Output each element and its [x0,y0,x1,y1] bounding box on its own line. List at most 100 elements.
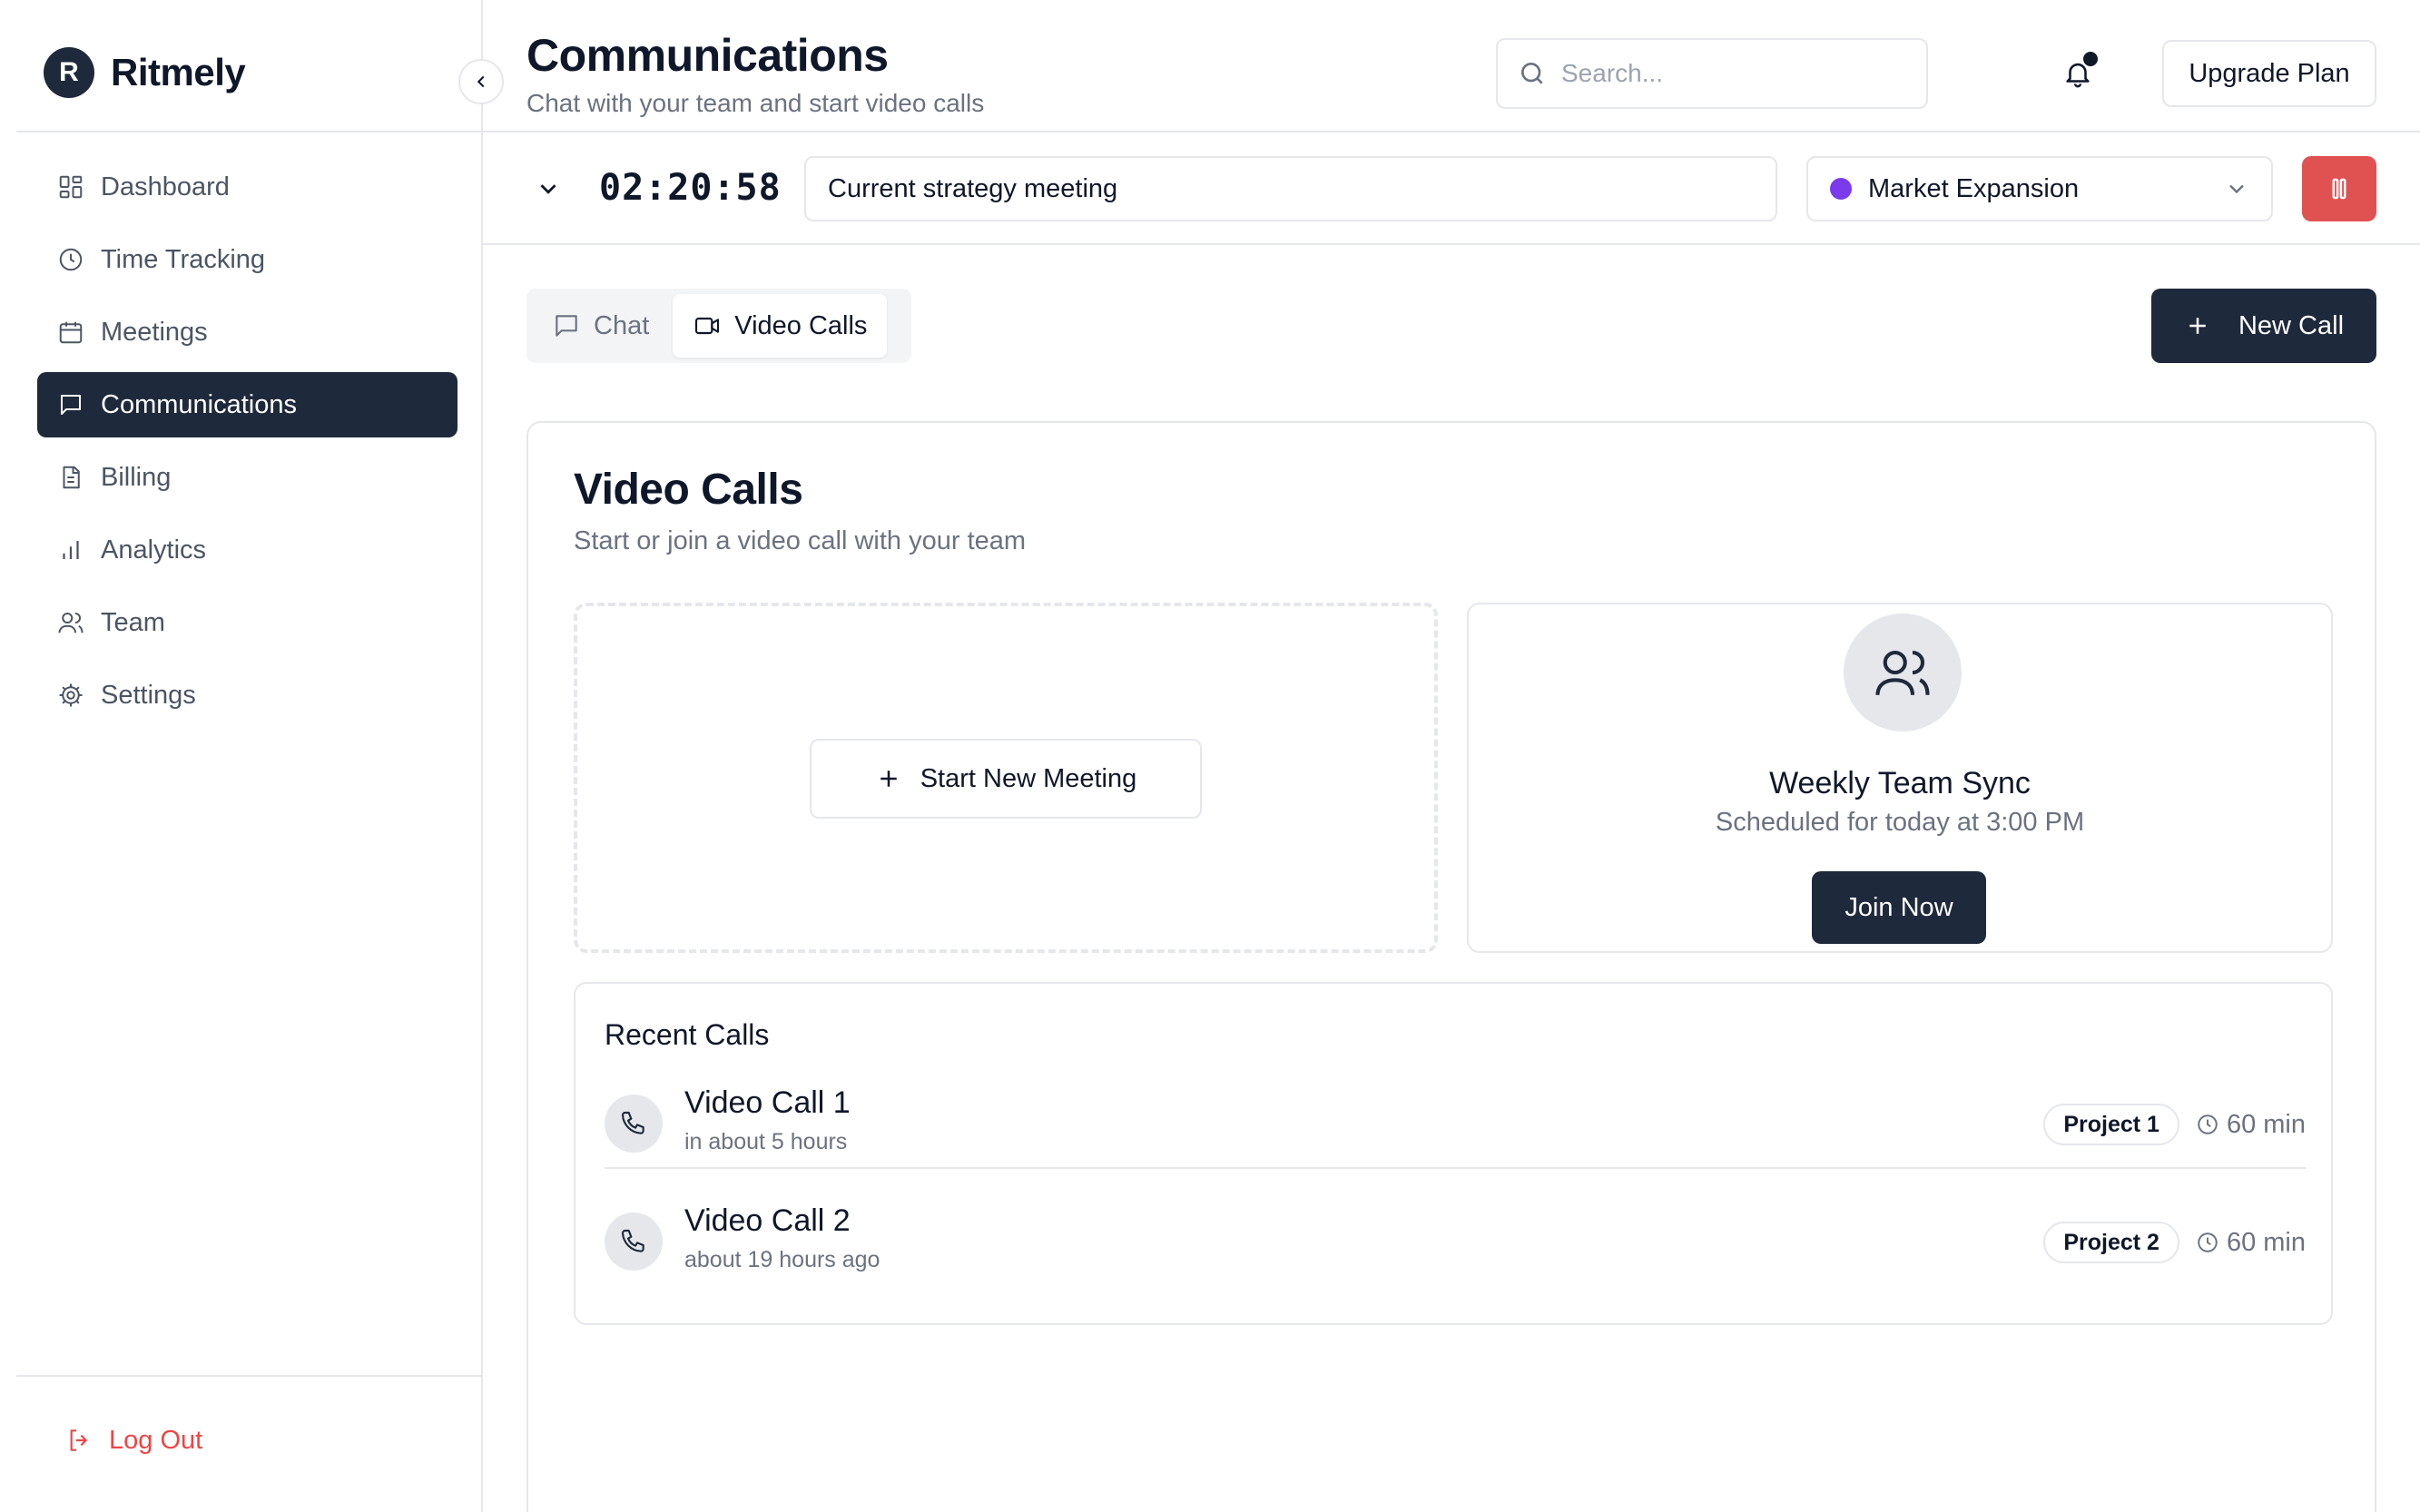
sidebar-item-team[interactable]: Team [37,590,457,655]
timer-description-field[interactable]: Current strategy meeting [804,156,1777,221]
clock-icon [59,248,83,271]
file-text-icon [63,466,80,489]
clock-icon [2198,1114,2218,1134]
scheduled-call-card: Weekly Team Sync Scheduled for today at … [1467,603,2333,953]
sidebar-divider [16,131,481,133]
tab-video-calls[interactable]: Video Calls [673,294,888,358]
call-duration-value: 60 min [2226,1227,2306,1257]
sidebar-item-label: Time Tracking [101,244,266,274]
call-time: about 19 hours ago [684,1247,880,1272]
upgrade-plan-button[interactable]: Upgrade Plan [2162,40,2376,107]
start-new-meeting-label: Start New Meeting [920,763,1137,793]
log-out-icon [70,1429,88,1451]
sidebar-nav: Dashboard Time Tracking Meetings Communi… [37,154,457,735]
phone-icon [621,1229,644,1252]
card-subtitle: Start or join a video call with your tea… [574,526,1027,555]
bar-chart-icon [63,541,79,559]
communications-tabs: Chat Video Calls [526,289,911,363]
users-icon [1875,650,1930,695]
sidebar-item-time-tracking[interactable]: Time Tracking [37,227,457,292]
logout-button[interactable]: Log Out [65,1418,202,1463]
new-call-button[interactable]: New Call [2151,289,2376,363]
video-icon [695,317,720,335]
notifications-button[interactable] [2051,46,2105,101]
start-new-meeting-button[interactable]: Start New Meeting [810,739,1202,819]
logout-label: Log Out [109,1425,203,1455]
call-meta: Project 1 60 min [2043,1104,2306,1145]
start-meeting-area: Start New Meeting [574,603,1438,953]
call-meta: Project 2 60 min [2043,1222,2306,1263]
chevron-down-icon [2229,184,2244,194]
sidebar-item-settings[interactable]: Settings [37,663,457,728]
sidebar-item-communications[interactable]: Communications [37,372,457,437]
brand-logo: R [44,47,94,98]
project-color-dot [1830,178,1852,200]
timer-elapsed: 02:20:58 [599,167,782,209]
users-icon [58,613,84,633]
pause-icon [2332,178,2346,200]
project-select-value: Market Expansion [1868,173,2080,203]
dashboard-icon [59,175,83,199]
brand-name: Ritmely [111,51,246,93]
tab-chat[interactable]: Chat [532,294,669,358]
call-avatar [605,1095,663,1153]
calendar-icon [59,321,83,344]
tab-label: Video Calls [734,310,868,340]
chevron-left-icon [477,75,485,88]
page-subtitle: Chat with your team and start video call… [526,89,985,117]
call-name: Video Call 1 [684,1085,851,1120]
sidebar: R Ritmely Dashboard Time Tracking Meetin… [0,0,483,1512]
project-select[interactable]: Market Expansion [1806,156,2273,221]
sidebar-item-label: Meetings [101,317,208,347]
scheduled-call-name: Weekly Team Sync [1769,766,2031,800]
team-avatar [1844,614,1962,731]
call-name: Video Call 2 [684,1203,851,1238]
message-square-icon [556,315,577,337]
call-time: in about 5 hours [684,1129,848,1154]
sidebar-item-label: Billing [101,462,172,492]
search-box[interactable] [1496,38,1928,109]
recent-call-row[interactable]: Video Call 2 about 19 hours ago Project … [605,1196,2306,1287]
tab-label: Chat [594,310,650,340]
project-badge: Project 2 [2043,1222,2179,1263]
chevron-down-icon [540,184,556,194]
sidebar-item-label: Settings [101,680,196,710]
sidebar-item-dashboard[interactable]: Dashboard [37,154,457,220]
app-root: R Ritmely Dashboard Time Tracking Meetin… [0,0,2420,1512]
sidebar-bottom-divider [16,1375,481,1377]
page-title: Communications [526,30,889,81]
sidebar-item-billing[interactable]: Billing [37,445,457,510]
sidebar-item-label: Dashboard [101,172,230,201]
call-avatar [605,1213,663,1271]
sidebar-item-label: Team [101,607,165,637]
sidebar-item-label: Communications [101,389,297,419]
new-call-label: New Call [2238,310,2345,340]
collapse-sidebar-button[interactable] [458,59,504,104]
timer-bar: 02:20:58 Current strategy meeting Market… [483,133,2420,245]
call-duration: 60 min [2196,1110,2306,1140]
video-calls-card: Video Calls Start or join a video call w… [526,421,2376,1512]
join-now-button[interactable]: Join Now [1812,871,1986,944]
scheduled-call-time: Scheduled for today at 3:00 PM [1715,808,2085,837]
pause-timer-button[interactable] [2302,156,2376,221]
timer-expand-toggle[interactable] [528,169,568,209]
brand[interactable]: R Ritmely [44,47,246,98]
call-duration-value: 60 min [2226,1109,2306,1139]
project-badge: Project 1 [2043,1104,2179,1145]
sidebar-item-analytics[interactable]: Analytics [37,517,457,583]
phone-icon [621,1111,644,1134]
recent-calls-title: Recent Calls [605,1018,770,1051]
recent-calls-panel: Recent Calls Video Call 1 in about 5 hou… [574,982,2333,1325]
clock-icon [2198,1232,2218,1252]
plus-icon [2189,318,2206,334]
sidebar-item-meetings[interactable]: Meetings [37,299,457,365]
page-header: Communications Chat with your team and s… [483,0,2420,133]
message-square-icon [61,395,81,415]
search-icon [1521,63,1543,84]
search-input[interactable] [1561,59,1906,88]
call-duration: 60 min [2196,1228,2306,1258]
recent-call-row[interactable]: Video Call 1 in about 5 hours Project 1 … [605,1078,2306,1169]
notification-dot [2083,52,2098,66]
plus-icon [880,771,897,787]
sidebar-item-label: Analytics [101,535,207,565]
